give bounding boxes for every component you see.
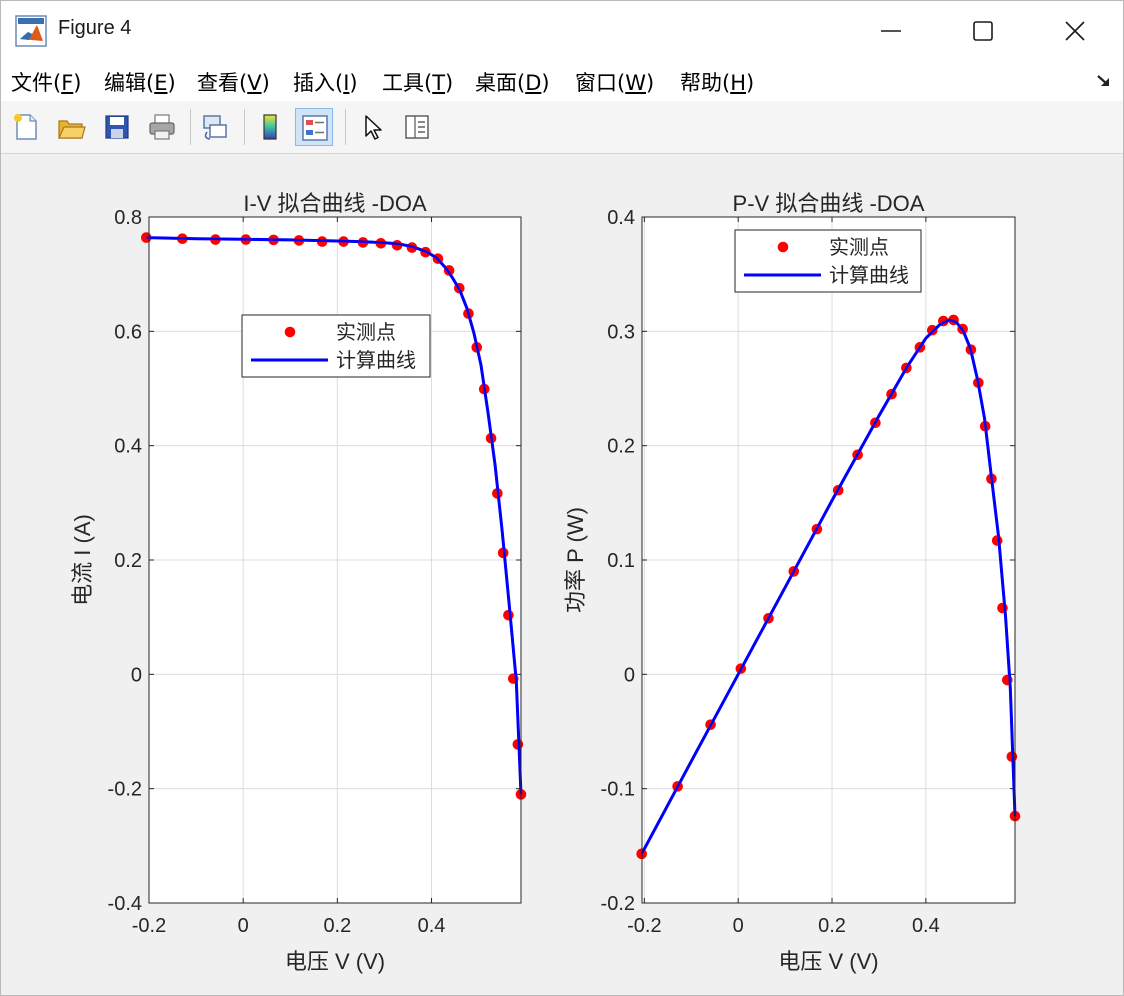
figure-canvas[interactable]: -0.2 0 0.2 0.4 -0.4 -0.2 0 0.2 0.4 0.6 0.8 I-V 拟合曲线… <box>1 154 1123 995</box>
maximize-button[interactable] <box>937 1 1029 61</box>
legend-entry-computed: 计算曲线 <box>336 349 416 372</box>
pointer-icon <box>365 115 382 140</box>
legend-entry-measured: 实测点 <box>336 321 396 344</box>
figure-plots[interactable]: -0.2 0 0.2 0.4-0.4-0.200.20.40.60.8I-V 拟合曲线… <box>1 154 1123 995</box>
y-tick-label: 0 <box>131 664 142 686</box>
menu-desktop[interactable]: 桌面(D) <box>475 67 550 97</box>
chart-title: P-V 拟合曲线 -DOA <box>733 191 925 216</box>
minimize-icon <box>881 30 901 32</box>
matlab-logo-icon <box>15 15 47 47</box>
maximize-icon <box>973 21 993 41</box>
minimize-button[interactable] <box>845 1 937 61</box>
legend-icon <box>302 115 328 141</box>
figure-window: Figure 4 文件(F) 编辑(E) 查看(V) 插入(I) 工具(T) 桌… <box>0 0 1124 996</box>
y-tick-label: 0.2 <box>607 436 635 458</box>
save-icon <box>105 115 129 139</box>
x-tick-label: 0 <box>238 915 249 937</box>
axes-1[interactable]: -0.2 0 0.2 0.4-0.4-0.200.20.40.60.8I-V 拟合曲线… <box>70 191 527 974</box>
toolbar-separator <box>244 109 245 145</box>
open-file-button[interactable] <box>52 108 90 146</box>
window-title: Figure 4 <box>58 17 132 39</box>
x-tick-label: 0 <box>733 915 744 937</box>
y-tick-label: 0 <box>624 664 635 686</box>
dock-figure-icon[interactable] <box>1095 71 1113 89</box>
new-figure-icon <box>14 114 37 140</box>
legend-marker-measured <box>284 326 296 338</box>
y-tick-label: 0.8 <box>114 207 142 229</box>
close-icon <box>1065 21 1085 41</box>
toolbar-separator <box>190 109 191 145</box>
x-tick-label: 0.4 <box>912 915 940 937</box>
menu-view[interactable]: 查看(V) <box>197 67 270 97</box>
open-file-icon <box>58 120 86 139</box>
close-button[interactable] <box>1029 1 1121 61</box>
legend[interactable]: 实测点计算曲线 <box>241 314 431 378</box>
print-icon <box>149 114 175 140</box>
menu-window[interactable]: 窗口(W) <box>575 67 654 97</box>
y-axis-label: 功率 P (W) <box>563 507 588 613</box>
x-tick-label: 0.4 <box>418 915 446 937</box>
data-point-measured <box>926 324 938 336</box>
menu-insert[interactable]: 插入(I) <box>293 67 358 97</box>
y-tick-label: -0.2 <box>108 779 142 801</box>
x-tick-label: 0.2 <box>818 915 846 937</box>
x-tick-label: -0.2 <box>627 915 661 937</box>
menu-file[interactable]: 文件(F) <box>11 67 82 97</box>
legend-entry-computed: 计算曲线 <box>829 264 909 287</box>
axes-2[interactable]: -0.2 0 0.2 0.4 -0.2 -0.1 0 0.1 0.2 0.3 0.4 P-V 拟合曲线… <box>563 191 1021 974</box>
link-plot-button[interactable] <box>196 108 234 146</box>
link-plot-icon <box>203 115 227 140</box>
y-tick-label: 0.4 <box>114 436 142 458</box>
menu-bar: 文件(F) 编辑(E) 查看(V) 插入(I) 工具(T) 桌面(D) 窗口(W… <box>1 61 1123 101</box>
y-tick-label: 0.2 <box>114 550 142 572</box>
y-axis-label: 电流 I (A) <box>70 514 95 606</box>
save-button[interactable] <box>98 108 136 146</box>
legend[interactable]: 实测点计算曲线 <box>734 229 922 293</box>
x-axis-label: 电压 V (V) <box>285 949 385 974</box>
title-bar[interactable]: Figure 4 <box>1 1 1123 61</box>
colorbar-icon <box>263 114 277 140</box>
y-tick-label: 0.4 <box>607 207 635 229</box>
menu-edit[interactable]: 编辑(E) <box>104 67 176 97</box>
edit-plot-button[interactable] <box>353 108 391 146</box>
x-tick-label: -0.2 <box>132 915 166 937</box>
legend-entry-measured: 实测点 <box>829 236 889 259</box>
property-inspector-icon <box>405 115 429 139</box>
y-tick-label: 0.1 <box>607 550 635 572</box>
property-inspector-button[interactable] <box>398 108 436 146</box>
legend-marker-measured <box>777 241 789 253</box>
insert-colorbar-button[interactable] <box>251 108 289 146</box>
toolbar-separator <box>345 109 346 145</box>
insert-legend-button[interactable] <box>295 108 333 146</box>
x-tick-label: 0.2 <box>323 915 351 937</box>
figure-toolbar <box>1 101 1123 154</box>
chart-title: I-V 拟合曲线 -DOA <box>243 191 427 216</box>
menu-tools[interactable]: 工具(T) <box>382 67 453 97</box>
y-tick-label: 0.3 <box>607 321 635 343</box>
y-tick-label: -0.4 <box>108 893 142 915</box>
y-tick-label: -0.1 <box>601 779 635 801</box>
y-tick-label: -0.2 <box>601 893 635 915</box>
print-button[interactable] <box>143 108 181 146</box>
y-tick-label: 0.6 <box>114 321 142 343</box>
new-figure-button[interactable] <box>7 108 45 146</box>
x-axis-label: 电压 V (V) <box>778 949 878 974</box>
menu-help[interactable]: 帮助(H) <box>680 67 754 97</box>
data-point-measured <box>503 609 514 621</box>
data-point-measured <box>991 535 1003 546</box>
